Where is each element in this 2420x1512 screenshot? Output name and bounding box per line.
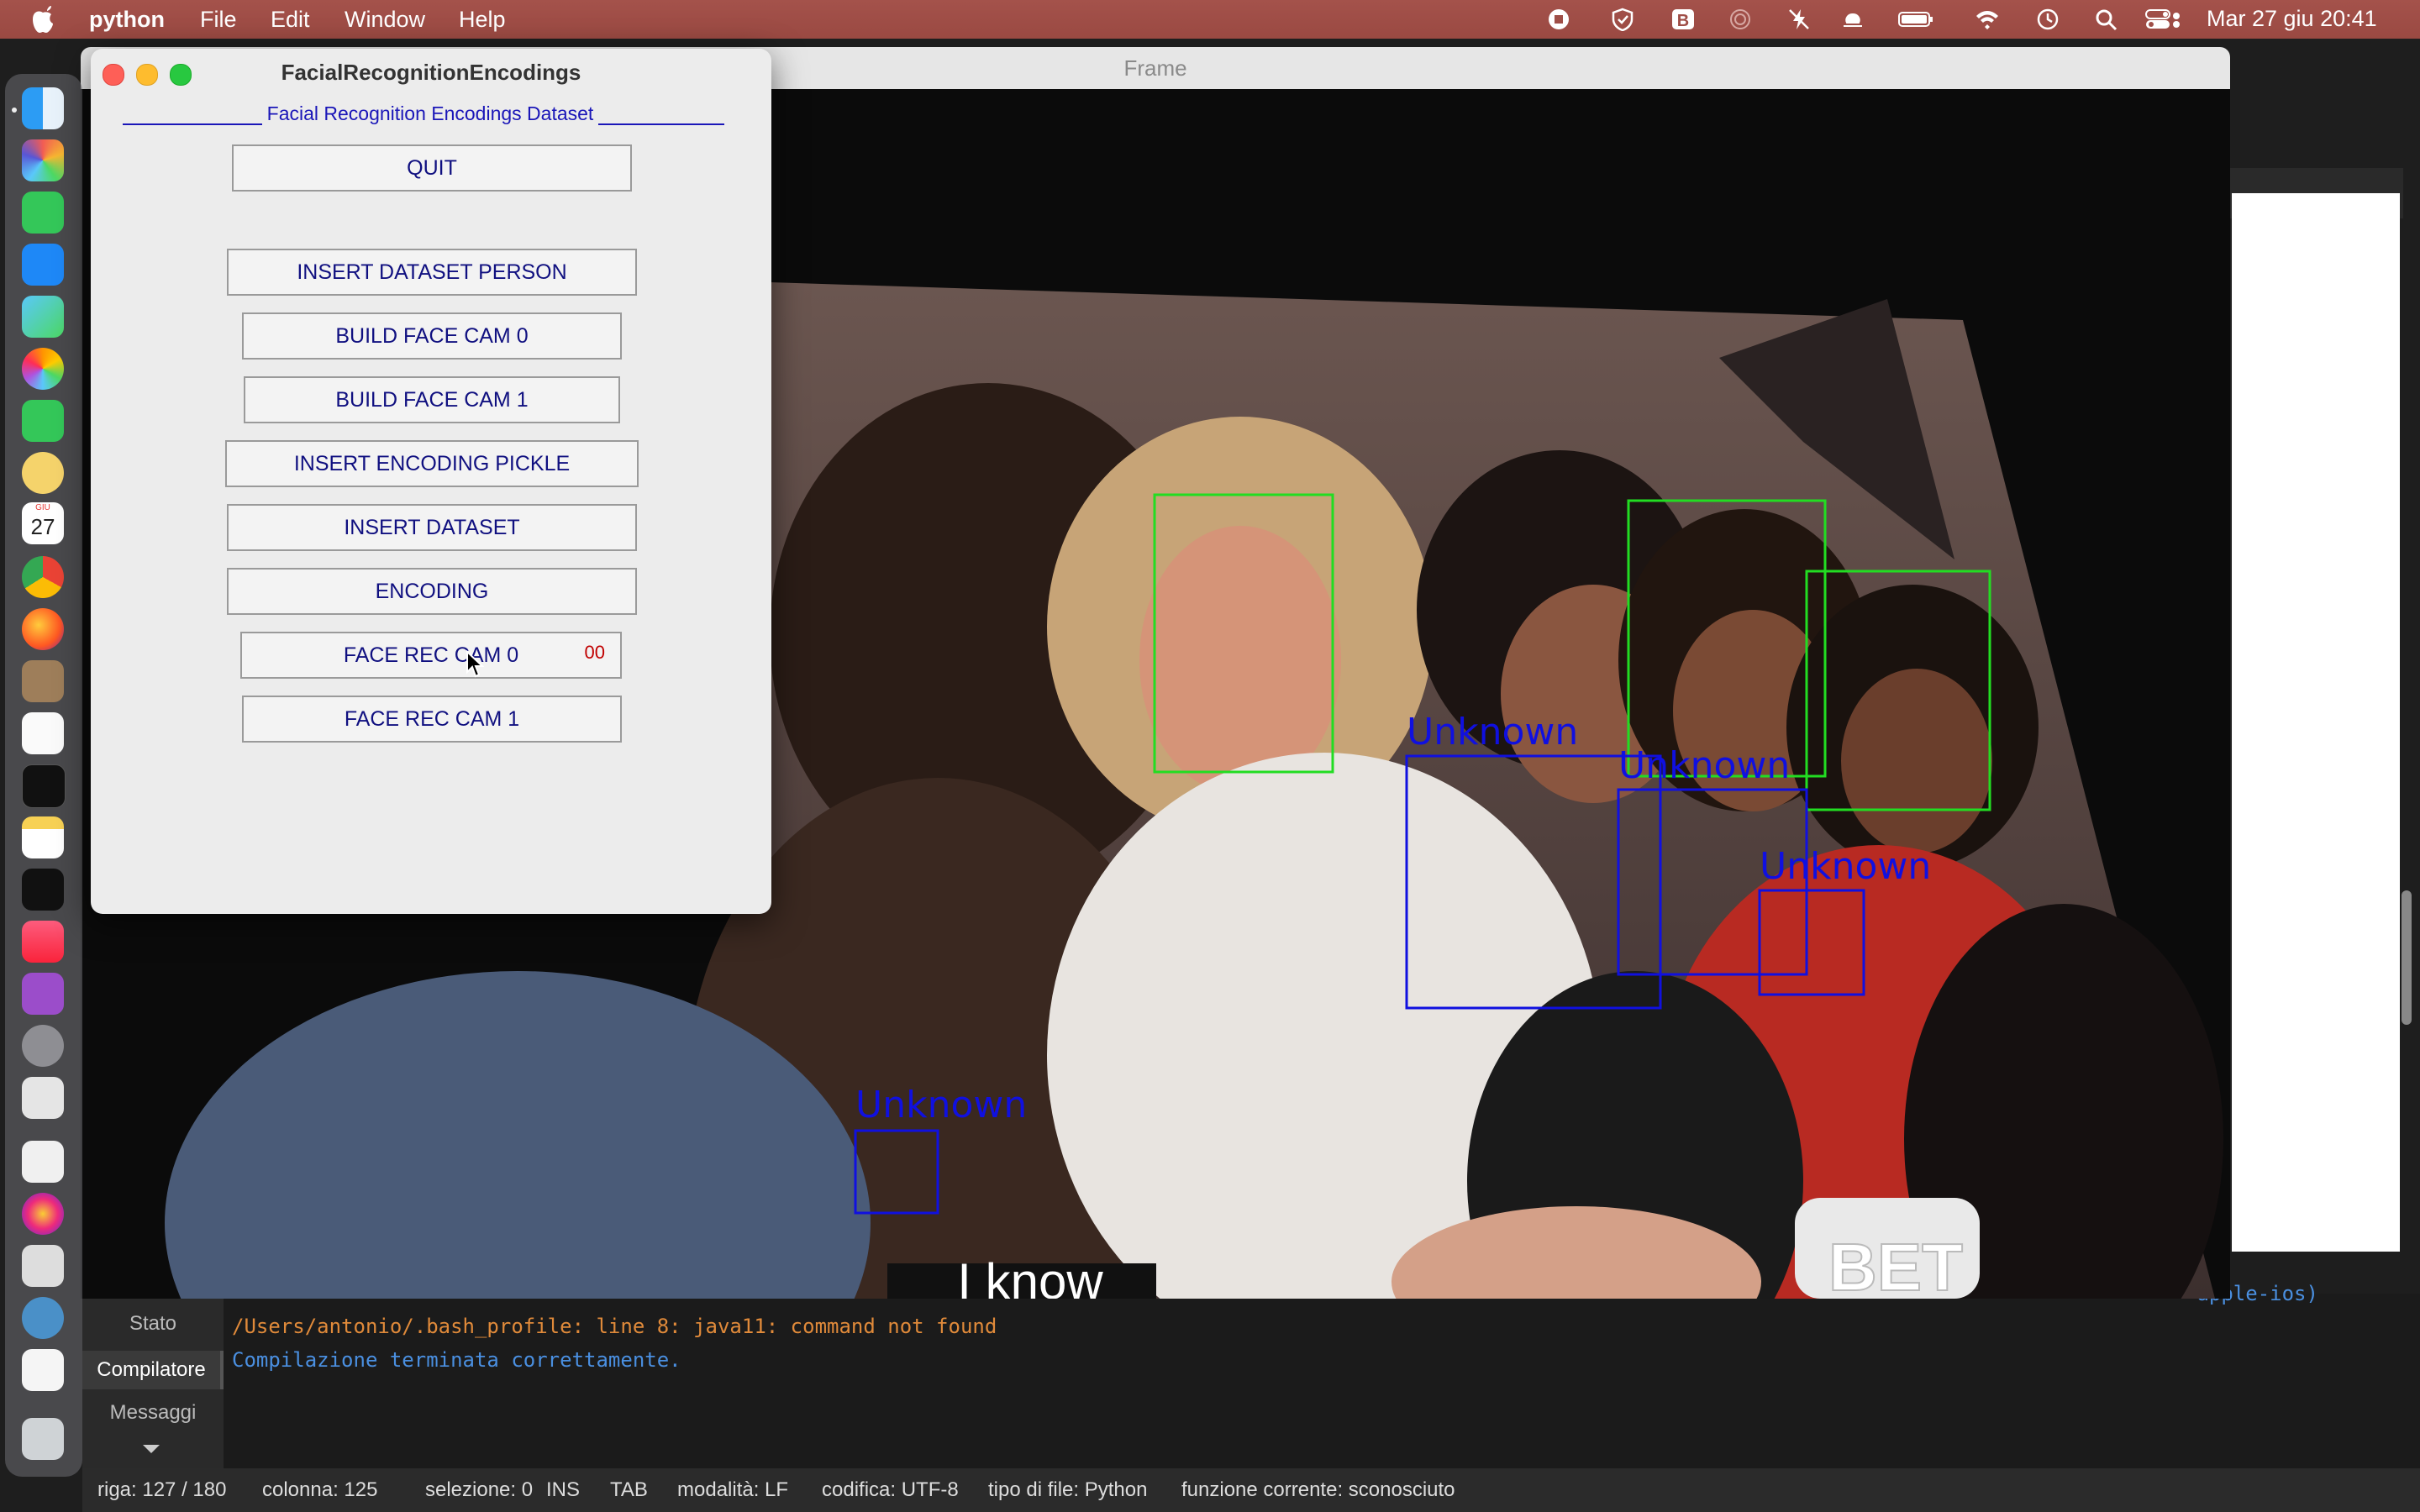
textedit-icon[interactable] [22, 1245, 64, 1287]
insert-encoding-pickle-button[interactable]: INSERT ENCODING PICKLE [225, 440, 639, 487]
tk-window-titlebar[interactable]: FacialRecognitionEncodings [91, 49, 771, 94]
console-success-line: Compilazione terminata correttamente. [232, 1348, 681, 1372]
face-rec-cam0-button[interactable]: FACE REC CAM 0 00 [240, 632, 622, 679]
bet-logo: BET [1828, 1230, 1963, 1299]
finder-icon[interactable] [22, 87, 64, 129]
mail-icon[interactable] [22, 244, 64, 286]
editor-pane[interactable] [2232, 193, 2400, 1252]
face-rec-cam1-button[interactable]: FACE REC CAM 1 [242, 696, 622, 743]
unknown-label: Unknown [1407, 711, 1578, 753]
tab-messaggi[interactable]: Messaggi [82, 1401, 224, 1425]
airdrop-icon[interactable] [1728, 8, 1753, 31]
quit-button[interactable]: QUIT [232, 144, 632, 192]
trash-icon[interactable] [22, 1418, 64, 1460]
file-icon[interactable] [22, 1349, 64, 1391]
menu-edit[interactable]: Edit [271, 7, 310, 33]
control-center-icon[interactable] [2144, 8, 2183, 31]
console-error-line: /Users/antonio/.bash_profile: line 8: ja… [232, 1315, 997, 1338]
menubar-clock[interactable]: Mar 27 giu 20:41 [2207, 6, 2377, 32]
status-row: riga: 127 / 180 [97, 1478, 227, 1501]
status-mode: modalità: LF [677, 1478, 789, 1501]
menu-app-name[interactable]: python [89, 7, 165, 33]
bartender-icon[interactable]: B [1670, 8, 1696, 31]
tk-window-title: FacialRecognitionEncodings [281, 60, 581, 85]
build-face-cam1-button[interactable]: BUILD FACE CAM 1 [244, 376, 620, 423]
mouse-cursor-icon [466, 650, 484, 678]
menu-window[interactable]: Window [345, 7, 425, 33]
menu-help[interactable]: Help [459, 7, 506, 33]
terminal-icon[interactable] [22, 764, 66, 808]
dataset-header-text: Facial Recognition Encodings Dataset [266, 102, 594, 124]
chrome-icon[interactable] [22, 556, 64, 598]
document-icon[interactable] [22, 1141, 64, 1183]
encoding-button[interactable]: ENCODING [227, 568, 637, 615]
unknown-label: Unknown [855, 1084, 1027, 1126]
preview-icon[interactable] [22, 1077, 64, 1119]
calendar-month: GIU [35, 503, 50, 512]
contacts-icon[interactable] [22, 660, 64, 702]
dataset-header: Facial Recognition Encodings Dataset [96, 102, 751, 128]
menu-file[interactable]: File [200, 7, 237, 33]
music-icon[interactable] [22, 921, 64, 963]
editor-statusbar: riga: 127 / 180 colonna: 125 selezione: … [82, 1468, 2420, 1512]
menu-bar: python File Edit Window Help B Mar 27 gi… [0, 0, 2420, 39]
instagram-icon[interactable] [22, 1193, 64, 1235]
frame-counter: 00 [584, 642, 605, 663]
status-ins: INS [546, 1478, 581, 1501]
dock: GIU 27 [5, 74, 82, 1477]
wifi-icon[interactable] [1975, 8, 2000, 31]
bolt-slash-icon[interactable] [1786, 8, 1812, 31]
insert-dataset-button[interactable]: INSERT DATASET [227, 504, 637, 551]
status-tab: TAB [610, 1478, 648, 1501]
system-preferences-icon[interactable] [22, 1025, 64, 1067]
apple-icon[interactable] [30, 5, 55, 34]
shield-icon[interactable] [1610, 8, 1635, 31]
notes-icon[interactable] [22, 816, 64, 858]
brightness-icon[interactable] [1840, 8, 1865, 31]
subtitle-overlay: I know [957, 1253, 1103, 1299]
photos-icon[interactable] [22, 348, 64, 390]
stop-recording-icon[interactable] [1546, 8, 1571, 31]
insert-dataset-person-button[interactable]: INSERT DATASET PERSON [227, 249, 637, 296]
unknown-label: Unknown [1618, 744, 1790, 787]
status-selection: selezione: 0 [425, 1478, 534, 1501]
build-face-cam0-button[interactable]: BUILD FACE CAM 0 [242, 312, 622, 360]
maps-icon[interactable] [22, 296, 64, 338]
firefox-icon[interactable] [22, 608, 64, 650]
podcasts-icon[interactable] [22, 973, 64, 1015]
dock-running-dot [12, 108, 17, 113]
status-function: funzione corrente: sconosciuto [1181, 1478, 1455, 1501]
tk-window: FacialRecognitionEncodings Facial Recogn… [91, 49, 771, 914]
time-machine-icon[interactable] [2035, 8, 2060, 31]
apple-tv-icon[interactable] [22, 869, 64, 911]
launchpad-icon[interactable] [22, 139, 64, 181]
quicktime-icon[interactable] [22, 1297, 64, 1339]
status-filetype: tipo di file: Python [988, 1478, 1148, 1501]
status-encoding: codifica: UTF-8 [822, 1478, 959, 1501]
face-rec-cam0-label: FACE REC CAM 0 [343, 643, 519, 667]
calendar-icon[interactable]: GIU 27 [22, 502, 64, 544]
battery-icon[interactable] [1897, 8, 1934, 31]
calendar-day: 27 [30, 514, 55, 539]
status-column: colonna: 125 [262, 1478, 378, 1501]
messages-icon[interactable] [22, 192, 64, 234]
reminders-icon[interactable] [22, 712, 64, 754]
unknown-label: Unknown [1760, 845, 1931, 888]
tab-compilatore[interactable]: Compilatore [82, 1351, 224, 1389]
tab-stato[interactable]: Stato [82, 1312, 224, 1336]
editor-scrollbar[interactable] [2402, 890, 2412, 1025]
cat-app-icon[interactable] [22, 452, 64, 494]
chevron-down-icon[interactable] [141, 1443, 161, 1455]
facetime-icon[interactable] [22, 400, 64, 442]
search-icon[interactable] [2094, 8, 2119, 31]
svg-text:B: B [1677, 12, 1689, 30]
